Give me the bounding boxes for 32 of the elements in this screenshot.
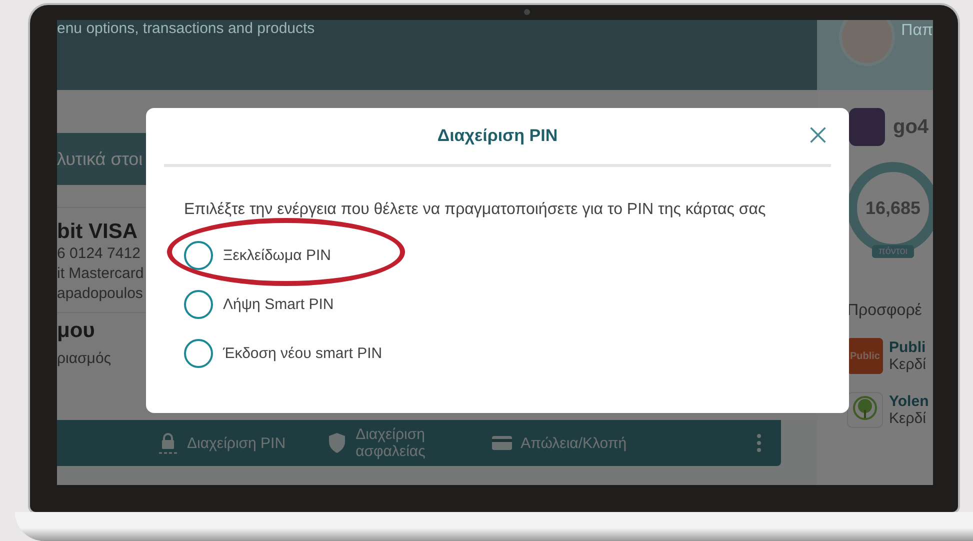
card-name: bit VISA bbox=[57, 220, 138, 244]
offers-title: Προσφορέ bbox=[847, 302, 923, 320]
logo-icon bbox=[849, 108, 885, 146]
points-unit-badge: πόντοι bbox=[872, 245, 914, 258]
profile-name: Παπ bbox=[901, 22, 933, 40]
card-number: 6 0124 7412 bbox=[57, 244, 140, 264]
camera-icon bbox=[524, 9, 530, 15]
points-value: 16,685 bbox=[865, 198, 921, 218]
account-subtitle: ριασμός bbox=[57, 349, 112, 369]
header-subtitle: enu options, transactions and products bbox=[57, 20, 315, 37]
radio-button[interactable] bbox=[184, 339, 213, 368]
radio-button[interactable] bbox=[184, 241, 213, 270]
section-title: λυτικά στοι bbox=[57, 148, 143, 170]
card-type: it Mastercard bbox=[57, 264, 144, 284]
option-label[interactable]: Λήψη Smart PIN bbox=[223, 296, 334, 313]
option-label[interactable]: Ξεκλείδωμα PIN bbox=[223, 247, 332, 264]
close-button[interactable] bbox=[809, 126, 827, 144]
avatar bbox=[839, 20, 896, 66]
more-menu-button[interactable] bbox=[757, 433, 761, 453]
card-holder: apadopoulos bbox=[57, 284, 143, 304]
store-logo: Public bbox=[847, 338, 883, 374]
radio-button[interactable] bbox=[184, 290, 213, 319]
account-title: μου bbox=[57, 319, 95, 343]
offer-name: Yolen bbox=[889, 393, 929, 410]
lock-icon bbox=[157, 432, 179, 454]
dialog-title: Διαχείριση PIN bbox=[437, 126, 558, 146]
loyalty-title: go4 bbox=[893, 116, 929, 138]
option-label[interactable]: Έκδοση νέου smart PIN bbox=[223, 345, 382, 362]
dialog-prompt: Επιλέξτε την ενέργεια που θέλετε να πραγματοποιήσετε για το PIN της κάρτας σας bbox=[184, 201, 767, 219]
offer-text: Κερδί bbox=[889, 410, 927, 427]
offer-text: Κερδί bbox=[889, 356, 926, 373]
offer-name: Publi bbox=[889, 339, 926, 356]
